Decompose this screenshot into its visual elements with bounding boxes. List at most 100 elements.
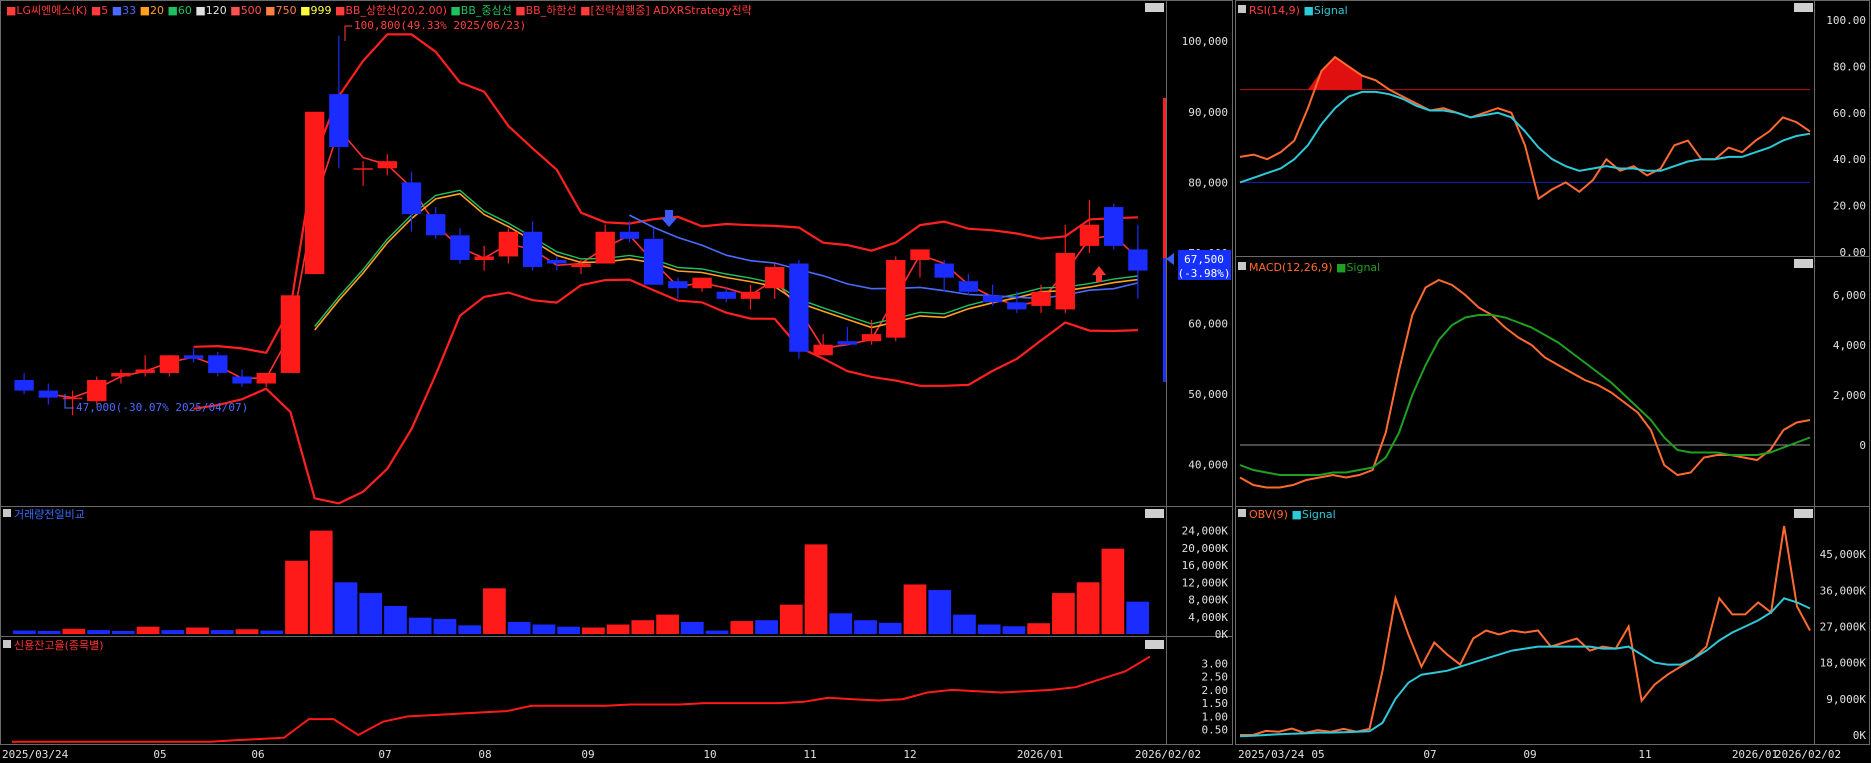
indicator-tick-label: 80.00 [1833,60,1866,73]
price-tick-label: 50,000 [1188,388,1228,401]
credit-tick-label: 2.50 [1202,671,1229,684]
x-tick-label: 11 [803,748,816,761]
candle [280,295,301,373]
candle-body [329,94,349,148]
indicator-tick-label: 100.00 [1826,14,1866,27]
volume-bar [408,617,432,634]
volume-bar [656,614,679,634]
x-tick-label: 05 [1311,748,1324,761]
credit-tick-label: 0.50 [1202,724,1229,737]
macd-panel-buttons[interactable] [1794,259,1813,268]
legend-item: 33 [122,4,136,17]
volume-bar [1101,548,1125,634]
volume-bar [37,630,61,634]
indicator-tick-label: 2,000 [1833,389,1866,402]
volume-bar [705,630,729,634]
volume-tick-label: 12,000K [1182,576,1229,589]
candle-body [861,334,882,342]
candle-body [765,267,785,289]
legend-item: 5 [101,4,108,17]
volume-bar [458,625,482,634]
credit-tick-label: 2.00 [1202,684,1229,697]
candle [208,351,228,377]
price-tick-label: 80,000 [1188,176,1228,189]
candle-body [1128,249,1148,271]
candle-body [498,231,519,257]
candle-body [256,372,276,384]
candle-body [886,260,906,338]
volume-bar [186,627,209,634]
volume-bar [582,627,605,634]
candle-body [401,182,422,215]
candle-body [208,355,228,373]
x-tick-label: 07 [378,748,391,761]
volume-bar [309,530,333,634]
stock-chart-screen: ■LG씨엔에스(K) ■5 ■33 ■20 ■60 ■120 ■500 ■750… [0,0,1871,763]
panel-buttons[interactable] [1145,3,1164,12]
candle-body [111,372,131,377]
candle-body [1031,291,1051,306]
indicator-tick-label: 18,000K [1820,657,1867,670]
volume-bar [1052,593,1075,634]
indicator-tick-label: 36,000K [1820,584,1867,597]
indicator-tick-label: 6,000 [1833,289,1866,302]
volume-y-axis: 24,000K 20,000K 16,000K 12,000K 8,000K 4,000K… [1182,525,1229,641]
volume-panel-title: 거래량전일비교 [14,507,85,521]
volume-bar [903,584,927,634]
price-tick-label: 60,000 [1188,318,1228,331]
volume-bar [532,624,556,634]
candle-body [934,263,954,278]
obv-panel-buttons[interactable] [1794,509,1813,518]
volume-bar [161,630,185,634]
legend-item: BB_하한선 [526,3,577,17]
price-tick-label: 40,000 [1188,459,1228,472]
volume-bar [87,630,110,634]
candle-body [716,291,736,299]
indicator-tick-label: 4,000 [1833,339,1866,352]
volume-bar [804,544,828,634]
candle-body [643,238,664,285]
legend-item: BB_중심선 [461,4,512,17]
candle-body [14,380,34,391]
x-tick-label: 11 [1638,748,1651,761]
candle-body [982,295,1003,303]
x-tick-label: 2026/01 [1017,748,1063,761]
candle-body [1055,252,1075,310]
volume-bar [433,618,457,634]
volume-bar [483,588,506,634]
volume-tick-label: 8,000K [1188,594,1228,607]
candle [1103,203,1124,250]
low-annotation: 47,000(-30.07% 2025/04/07) [76,401,248,414]
volume-bar [136,626,160,634]
current-change: (-3.98%) [1178,267,1231,280]
price-panel-legend: ■LG씨엔에스(K) ■5 ■33 ■20 ■60 ■120 ■500 ■750… [6,3,752,17]
volume-bar [507,621,531,634]
price-range-bar [1163,98,1166,382]
indicator-tick-label: 40.00 [1833,153,1866,166]
volume-panel-buttons[interactable] [1145,509,1164,518]
legend-item: 120 [206,4,227,17]
candle-body [571,263,591,268]
rsi-panel-buttons[interactable] [1794,3,1813,12]
x-tick-label: 09 [1523,748,1536,761]
candle [886,256,906,342]
legend-item: 20 [150,4,164,17]
candle-body [232,376,252,384]
x-tick-label: 05 [153,748,166,761]
price-tick-label: 90,000 [1188,106,1228,119]
x-tick-label: 2025/03/24 [2,748,69,761]
volume-bar [334,582,358,634]
legend-item: 750 [276,4,297,17]
candle-body [958,281,979,292]
volume-bar [1076,582,1100,634]
volume-bar [384,606,407,634]
indicator-tick-label: 0K [1853,729,1867,742]
current-price: 67,500 [1184,253,1224,266]
candle-body [353,168,373,170]
legend-item: 60 [178,4,192,17]
credit-panel-buttons[interactable] [1145,640,1164,649]
candle-body [910,249,930,260]
candle-body [159,355,180,373]
indicator-tick-label: 0 [1859,439,1866,452]
x-tick-label: 2026/02/02 [1135,748,1201,761]
